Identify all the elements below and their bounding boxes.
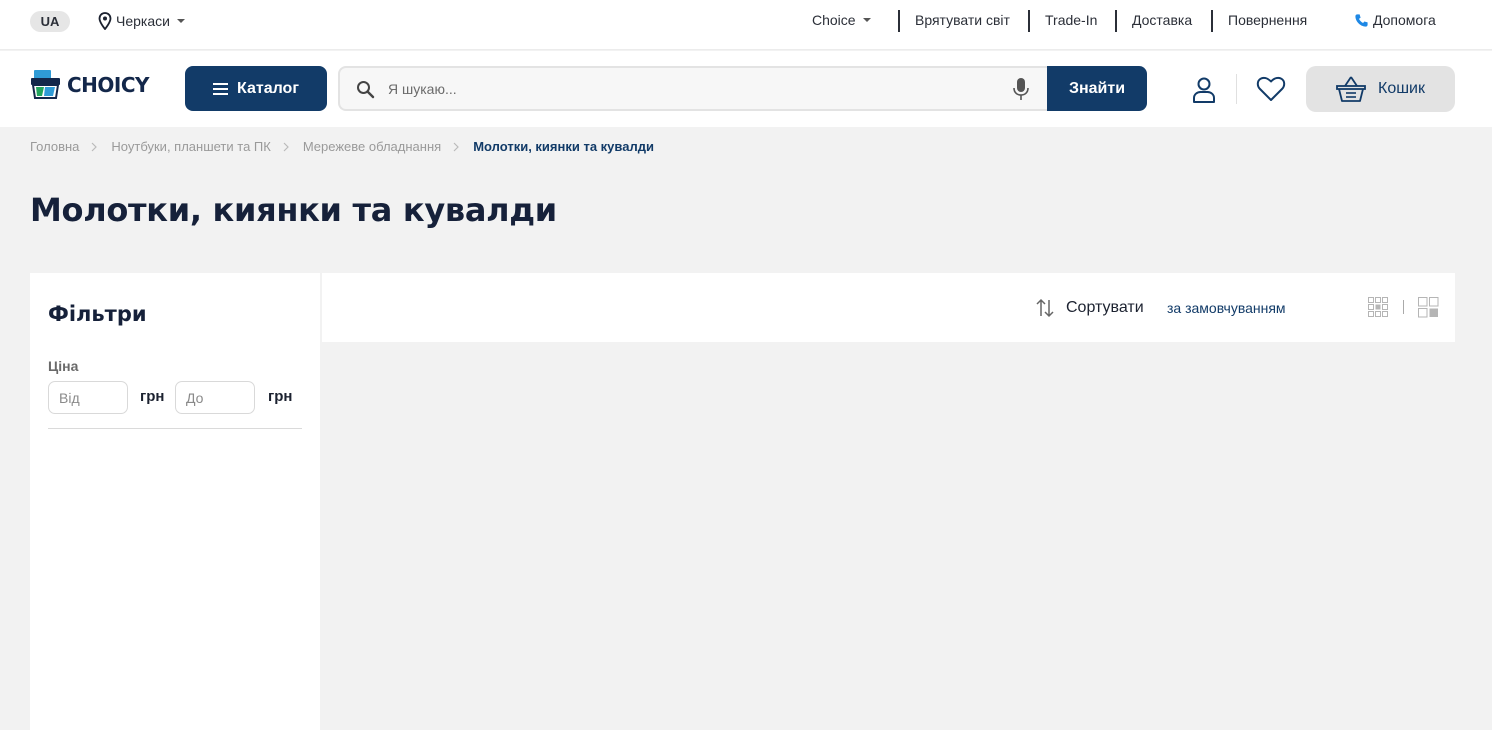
language-switch[interactable]: UA	[30, 11, 70, 32]
user-icon[interactable]	[1190, 76, 1218, 104]
divider	[48, 428, 302, 429]
chevron-down-icon	[862, 18, 871, 22]
grid-large-icon[interactable]	[1418, 297, 1439, 318]
divider	[898, 10, 900, 32]
catalog-label: Каталог	[237, 79, 299, 97]
chevron-down-icon	[176, 19, 185, 23]
trade-in-link[interactable]: Trade-In	[1045, 12, 1097, 28]
catalog-button[interactable]: Каталог	[185, 66, 327, 111]
sort-bar: Сортувати за замовчуванням	[322, 273, 1455, 342]
chevron-right-icon	[453, 142, 460, 151]
choice-menu[interactable]: Choice	[812, 12, 871, 28]
currency-label: грн	[268, 388, 293, 405]
cart-label: Кошик	[1378, 80, 1425, 97]
divider	[1115, 10, 1117, 32]
main-header: CHOICY Каталог Знайти	[0, 51, 1492, 127]
price-label: Ціна	[48, 358, 79, 374]
logo-text: CHOICY	[67, 73, 150, 97]
breadcrumb: Головна Ноутбуки, планшети та ПК Мережев…	[30, 139, 654, 154]
divider	[1236, 74, 1237, 104]
city-selector[interactable]: Черкаси	[98, 12, 185, 30]
price-to-input[interactable]	[175, 381, 255, 414]
breadcrumb-current: Молотки, киянки та кувалди	[473, 139, 654, 154]
search-input[interactable]	[388, 68, 988, 109]
menu-icon	[213, 82, 228, 95]
heart-icon[interactable]	[1256, 76, 1286, 102]
grid-small-icon[interactable]	[1368, 297, 1389, 318]
page-title: Молотки, киянки та кувалди	[30, 191, 557, 229]
filters-title: Фільтри	[48, 302, 147, 326]
returns-link[interactable]: Повернення	[1228, 12, 1307, 28]
cart-button[interactable]: Кошик	[1306, 66, 1455, 112]
sort-label: Сортувати	[1066, 299, 1144, 316]
delivery-link[interactable]: Доставка	[1132, 12, 1192, 28]
phone-icon	[1355, 13, 1368, 27]
filters-panel: Фільтри Ціна грн грн	[30, 273, 320, 730]
breadcrumb-home[interactable]: Головна	[30, 139, 79, 154]
microphone-icon[interactable]	[1012, 77, 1030, 102]
chevron-right-icon	[283, 142, 289, 151]
location-pin-icon	[98, 12, 112, 30]
logo-icon	[31, 70, 60, 99]
search-icon	[357, 81, 375, 99]
breadcrumb-laptops[interactable]: Ноутбуки, планшети та ПК	[111, 139, 270, 154]
choice-link: Choice	[812, 12, 856, 28]
chevron-right-icon	[91, 142, 98, 151]
divider	[1403, 300, 1404, 314]
divider	[1028, 10, 1030, 32]
save-world-link[interactable]: Врятувати світ	[915, 12, 1010, 28]
city-name: Черкаси	[116, 13, 170, 29]
divider	[1211, 10, 1213, 32]
currency-label: грн	[140, 388, 165, 405]
search-bar	[338, 66, 1048, 111]
top-bar: UA Черкаси Choice Врятувати світ Trade-I…	[0, 0, 1492, 50]
price-from-input[interactable]	[48, 381, 128, 414]
sort-dropdown[interactable]: за замовчуванням	[1167, 300, 1286, 316]
logo[interactable]: CHOICY	[30, 69, 150, 101]
help-link[interactable]: Допомога	[1354, 12, 1436, 28]
help-label: Допомога	[1373, 12, 1436, 28]
search-button[interactable]: Знайти	[1047, 66, 1147, 111]
breadcrumb-network[interactable]: Мережеве обладнання	[303, 139, 441, 154]
basket-icon	[1336, 76, 1366, 102]
sort-icon[interactable]	[1035, 298, 1055, 318]
